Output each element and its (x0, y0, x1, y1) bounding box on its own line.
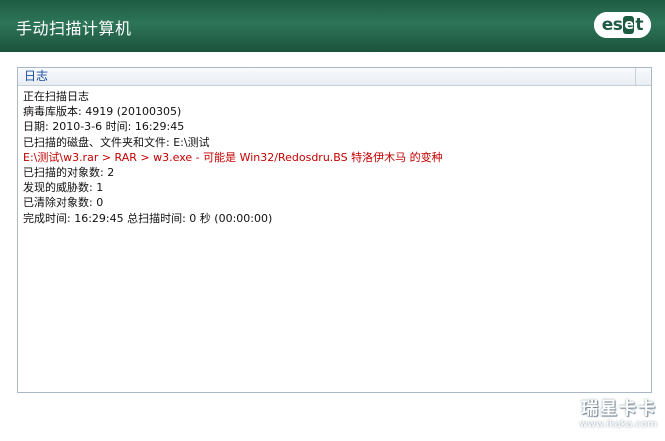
log-line: 已清除对象数: 0 (23, 196, 104, 210)
content-area: 日志 正在扫描日志病毒库版本: 4919 (20100305) 日期: 2010-… (0, 52, 665, 441)
window-title: 手动扫描计算机 (16, 19, 132, 38)
log-line: 日期: 2010-3-6 时间: 16:29:45 (23, 120, 185, 134)
column-separator[interactable] (635, 68, 636, 85)
watermark-url: www.ikaka.com (579, 419, 657, 430)
watermark: 瑞星卡卡 www.ikaka.com (527, 399, 657, 433)
title-bar: 手动扫描计算机 es e t (0, 0, 665, 52)
log-body[interactable]: 正在扫描日志病毒库版本: 4919 (20100305) 日期: 2010-3-6… (18, 86, 651, 226)
log-line: 完成时间: 16:29:45 总扫描时间: 0 秒 (00:00:00) (23, 211, 273, 225)
eset-logo-right: t (635, 15, 643, 35)
eset-logo-mid: e (623, 16, 635, 34)
log-column-header[interactable]: 日志 (18, 68, 651, 86)
eset-logo: es e t (593, 12, 651, 38)
log-line: 已扫描的磁盘、文件夹和文件: E:\测试 (23, 135, 210, 149)
log-line: 病毒库版本: 4919 (20100305) (23, 105, 182, 119)
watermark-main: 瑞星卡卡 (581, 399, 657, 419)
log-line: 正在扫描日志 (23, 90, 89, 103)
scan-window: 手动扫描计算机 es e t 日志 正在扫描日志病毒库版本: 4919 (20100… (0, 0, 665, 441)
log-line: 已扫描的对象数: 2 (23, 166, 115, 180)
eset-logo-left: es (601, 15, 623, 35)
log-header-label: 日志 (24, 69, 49, 83)
log-line: E:\测试\w3.rar > RAR > w3.exe - 可能是 Win32/… (23, 150, 443, 164)
log-panel[interactable]: 日志 正在扫描日志病毒库版本: 4919 (20100305) 日期: 2010-… (17, 67, 652, 393)
log-line: 发现的威胁数: 1 (23, 181, 104, 195)
